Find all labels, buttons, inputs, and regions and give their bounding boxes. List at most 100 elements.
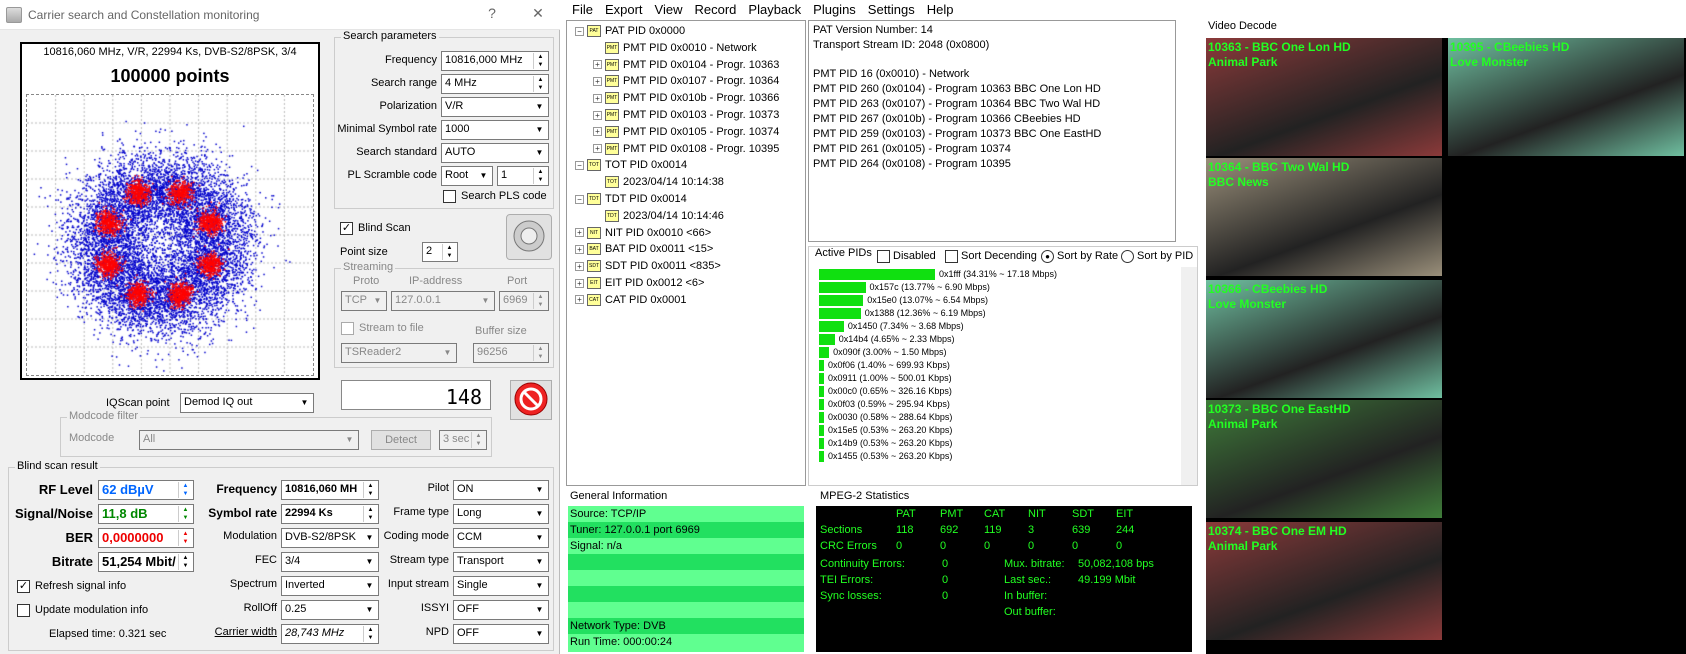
expand-icon[interactable]: +: [593, 76, 602, 86]
rf-level-label: RF Level: [38, 482, 93, 497]
reader-select[interactable]: TSReader2 ▼: [341, 343, 457, 363]
tree-node[interactable]: + PMT PMT PID 0x0107 - Progr. 10364: [593, 73, 779, 89]
menu-export[interactable]: Export: [599, 0, 649, 19]
minsr-select[interactable]: 1000 ▼: [441, 120, 549, 140]
collapse-icon[interactable]: −: [575, 160, 584, 170]
tree-node[interactable]: + CAT CAT PID 0x0001: [575, 292, 687, 308]
modulation-select[interactable]: DVB-S2/8PSK ▼: [281, 528, 379, 548]
spin-icon[interactable]: ▲ ▼: [471, 432, 485, 448]
proto-select[interactable]: TCP ▼: [341, 291, 387, 311]
frequency-input[interactable]: 10816,000 MHz ▲ ▼: [441, 51, 549, 71]
close-button[interactable]: ✕: [528, 5, 548, 22]
video-tile[interactable]: 10373 - BBC One EastHD Animal Park: [1206, 400, 1442, 518]
pilot-select[interactable]: ON ▼: [453, 480, 549, 500]
tree-node[interactable]: + BAT BAT PID 0x0011 <15>: [575, 241, 713, 257]
tree-node[interactable]: − PAT PAT PID 0x0000: [575, 23, 685, 39]
video-tile[interactable]: 10363 - BBC One Lon HD Animal Park: [1206, 38, 1442, 156]
video-tile[interactable]: 10364 - BBC Two Wal HD BBC News: [1206, 158, 1442, 276]
pid-bar-label: 0x157c (13.77% ~ 6.90 Mbps): [869, 282, 990, 292]
port-input[interactable]: 6969 ▲ ▼: [499, 291, 549, 311]
update-modulation-checkbox[interactable]: [17, 604, 30, 617]
tree-node[interactable]: + PMT PMT PID 0x0104 - Progr. 10363: [593, 57, 779, 73]
tree-node[interactable]: + PMT PMT PID 0x0105 - Progr. 10374: [593, 124, 779, 140]
menu-playback[interactable]: Playback: [742, 0, 807, 19]
stream-to-file-checkbox[interactable]: [341, 322, 354, 335]
standard-select[interactable]: AUTO ▼: [441, 143, 549, 163]
stop-button[interactable]: [510, 380, 552, 420]
expand-icon[interactable]: +: [575, 278, 584, 288]
help-button[interactable]: ?: [482, 5, 502, 21]
collapse-icon[interactable]: −: [575, 26, 584, 36]
disabled-checkbox[interactable]: [877, 250, 890, 263]
input-stream-select[interactable]: Single ▼: [453, 576, 549, 596]
sort-pid-radio[interactable]: [1121, 250, 1134, 263]
search-pls-checkbox[interactable]: [443, 190, 456, 203]
video-tile[interactable]: 10395 - CBeebies HD Love Monster: [1448, 38, 1684, 156]
tree-node[interactable]: − TDT TDT PID 0x0014: [575, 191, 687, 207]
expand-icon[interactable]: +: [593, 60, 602, 70]
expand-icon[interactable]: +: [593, 93, 602, 103]
chevron-down-icon: ▼: [345, 435, 354, 444]
tree-node[interactable]: TDT 2023/04/14 10:14:46: [593, 208, 724, 224]
stream-type-select[interactable]: Transport ▼: [453, 552, 549, 572]
coding-mode-select[interactable]: CCM ▼: [453, 528, 549, 548]
tree-node[interactable]: PMT PMT PID 0x0010 - Network: [593, 40, 757, 56]
tree-node[interactable]: + SDT SDT PID 0x0011 <835>: [575, 258, 721, 274]
tree-node[interactable]: − TOT TOT PID 0x0014: [575, 157, 687, 173]
modcode-select[interactable]: All ▼: [139, 430, 359, 450]
spin-icon[interactable]: ▲ ▼: [533, 168, 547, 184]
video-tile[interactable]: 10374 - BBC One EM HD Animal Park: [1206, 522, 1442, 640]
sort-desc-checkbox[interactable]: [945, 250, 958, 263]
expand-icon[interactable]: +: [575, 295, 584, 305]
range-input[interactable]: 4 MHz ▲ ▼: [441, 74, 549, 94]
blind-scan-checkbox[interactable]: ✓: [340, 222, 353, 235]
npd-select[interactable]: OFF ▼: [453, 624, 549, 644]
point-size-input[interactable]: 2 ▲ ▼: [422, 242, 458, 262]
spectrum-select[interactable]: Inverted ▼: [281, 576, 379, 596]
buffer-input[interactable]: 96256 ▲ ▼: [473, 343, 549, 363]
expand-icon[interactable]: +: [575, 261, 584, 271]
tree-node[interactable]: + PMT PMT PID 0x0103 - Progr. 10373: [593, 107, 779, 123]
frame-type-select[interactable]: Long ▼: [453, 504, 549, 524]
pls-value-input[interactable]: 1 ▲ ▼: [497, 166, 549, 186]
carrier-width-link[interactable]: Carrier width: [197, 626, 277, 638]
spin-icon[interactable]: ▲ ▼: [533, 76, 547, 92]
menu-settings[interactable]: Settings: [862, 0, 921, 19]
pid-scrollbar[interactable]: [1181, 267, 1197, 485]
rolloff-select[interactable]: 0.25 ▼: [281, 600, 379, 620]
collapse-icon[interactable]: −: [575, 194, 584, 204]
tree-node[interactable]: + EIT EIT PID 0x0012 <6>: [575, 275, 704, 291]
tree-node[interactable]: + NIT NIT PID 0x0010 <66>: [575, 225, 711, 241]
expand-icon[interactable]: +: [593, 144, 602, 154]
refresh-signal-checkbox[interactable]: ✓: [17, 580, 30, 593]
sort-rate-radio[interactable]: ●: [1041, 250, 1054, 263]
video-caption: 10363 - BBC One Lon HD Animal Park: [1208, 40, 1351, 69]
menu-file[interactable]: File: [566, 0, 599, 19]
polarization-select[interactable]: V/R ▼: [441, 97, 549, 117]
menu-help[interactable]: Help: [921, 0, 960, 19]
expand-icon[interactable]: +: [575, 244, 584, 254]
tree-node[interactable]: + PMT PMT PID 0x010b - Progr. 10366: [593, 90, 779, 106]
detect-time-input[interactable]: 3 sec ▲ ▼: [439, 430, 487, 450]
expand-icon[interactable]: +: [575, 228, 584, 238]
spin-icon[interactable]: ▲ ▼: [533, 293, 547, 309]
pid-tree[interactable]: − PAT PAT PID 0x0000 PMT PMT PID 0x0010 - Ne…: [566, 20, 806, 486]
ip-select[interactable]: 127.0.0.1 ▼: [391, 291, 495, 311]
iqscan-select[interactable]: Demod IQ out ▼: [180, 393, 314, 413]
tree-node[interactable]: TOT 2023/04/14 10:14:38: [593, 174, 724, 190]
menu-plugins[interactable]: Plugins: [807, 0, 862, 19]
scan-button[interactable]: [506, 214, 552, 260]
expand-icon[interactable]: +: [593, 127, 602, 137]
menu-record[interactable]: Record: [688, 0, 742, 19]
issyi-select[interactable]: OFF ▼: [453, 600, 549, 620]
spin-icon[interactable]: ▲ ▼: [533, 345, 547, 361]
spin-icon[interactable]: ▲ ▼: [533, 53, 547, 69]
fec-select[interactable]: 3/4 ▼: [281, 552, 379, 572]
detect-button[interactable]: Detect: [371, 430, 431, 450]
pls-mode-select[interactable]: Root ▼: [441, 166, 493, 186]
menu-view[interactable]: View: [649, 0, 689, 19]
spin-icon[interactable]: ▲ ▼: [442, 244, 456, 260]
expand-icon[interactable]: +: [593, 110, 602, 120]
tree-node[interactable]: + PMT PMT PID 0x0108 - Progr. 10395: [593, 141, 779, 157]
video-tile[interactable]: 10366 - CBeebies HD Love Monster: [1206, 280, 1442, 398]
